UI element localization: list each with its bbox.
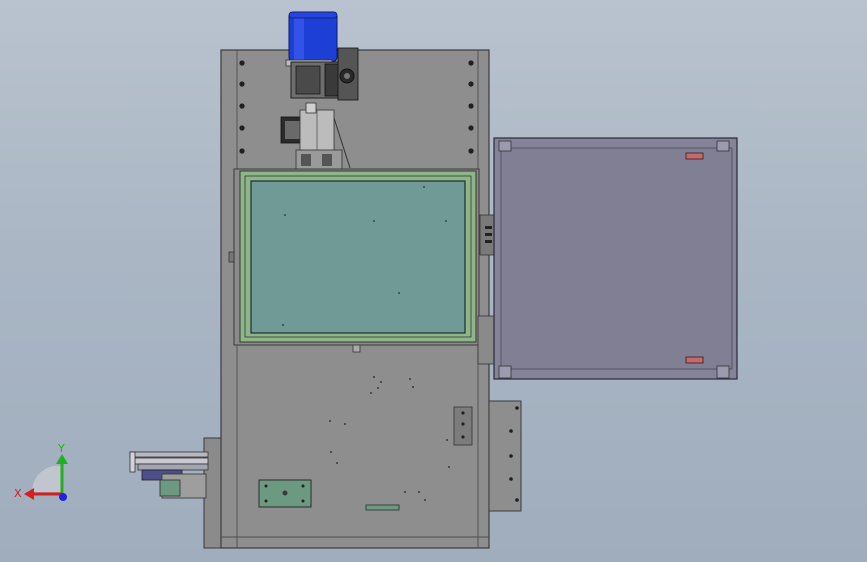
- z-axis-dot: [59, 493, 67, 501]
- axis-triad: Y X: [14, 442, 68, 501]
- cabinet-latch-bottom[interactable]: [685, 356, 704, 364]
- display-hinge: [228, 251, 235, 263]
- cabinet-latch-top[interactable]: [685, 152, 704, 160]
- access-plate[interactable]: [258, 479, 312, 508]
- drive-motor: [285, 11, 338, 67]
- triad-x-label: X: [14, 487, 22, 500]
- triad-plane: [31, 465, 62, 492]
- display-glass: [250, 180, 466, 334]
- y-axis-arrow: [56, 454, 68, 464]
- side-feeder-assembly: [129, 451, 209, 499]
- triad-y-label: Y: [57, 442, 65, 455]
- cad-viewport[interactable]: [0, 0, 867, 562]
- electrical-cabinet: [493, 137, 738, 380]
- vent-slot: [365, 504, 400, 511]
- display-window[interactable]: [233, 168, 480, 346]
- display-handle-tab: [352, 344, 361, 353]
- side-bracket-plate: [488, 400, 522, 512]
- x-axis-arrow: [24, 488, 34, 500]
- sensor-bracket: [453, 406, 473, 446]
